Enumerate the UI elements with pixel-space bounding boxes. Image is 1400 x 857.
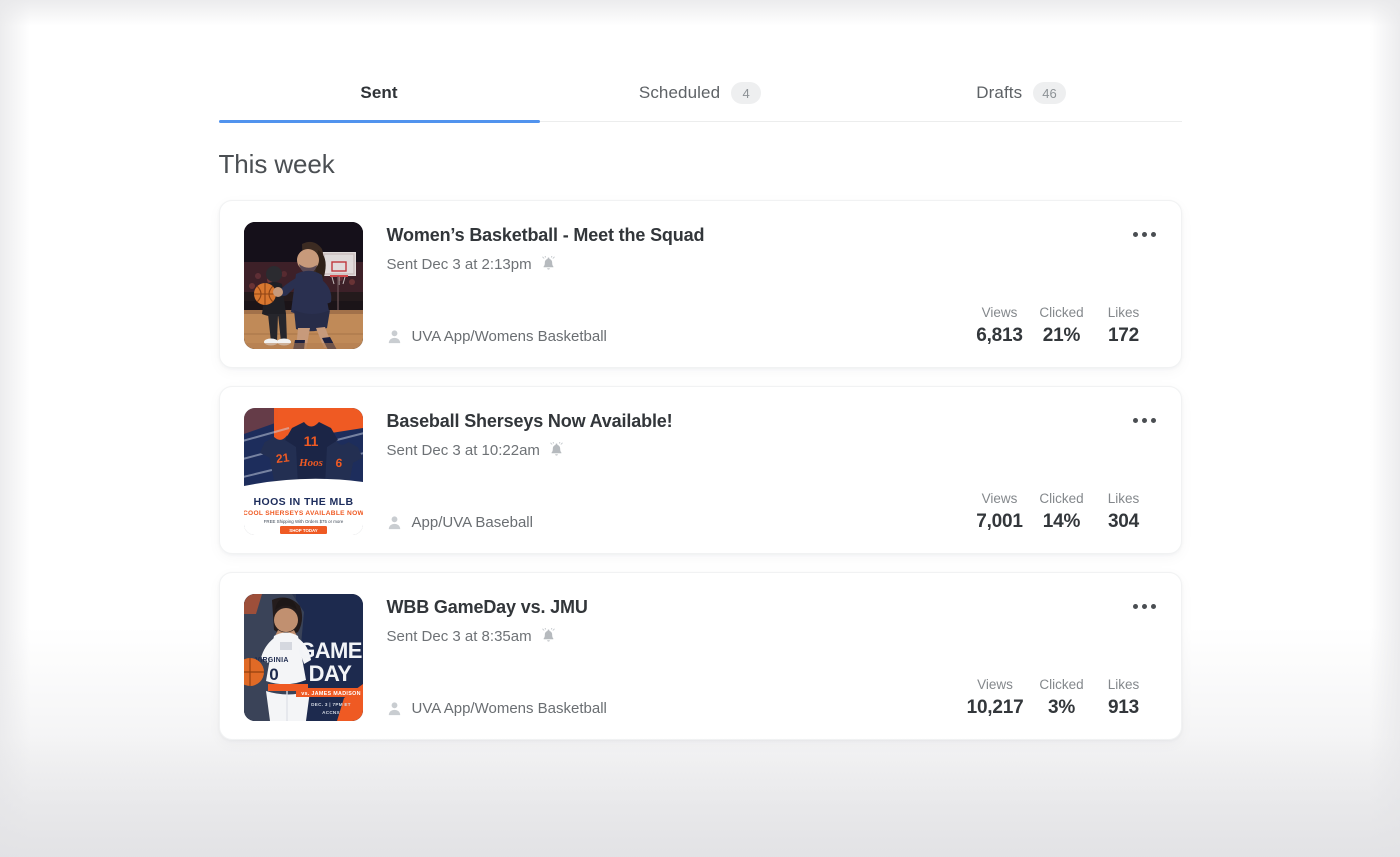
stat-clicked-value: 14% (1042, 511, 1081, 533)
message-status-tabs: Sent Scheduled 4 Drafts 46 (218, 64, 1182, 123)
message-stats: Views 7,001 Clicked 14% Likes 304 (969, 491, 1157, 533)
person-icon (387, 701, 402, 716)
svg-text:HOOS IN THE MLB: HOOS IN THE MLB (253, 496, 353, 508)
message-sent-time-row: Sent Dec 3 at 10:22am (386, 441, 1157, 459)
stat-views-label: Views (981, 304, 1018, 320)
message-sent-time-row: Sent Dec 3 at 8:35am (386, 627, 1157, 645)
message-channel-label: UVA App/Womens Basketball (411, 700, 607, 717)
person-icon (387, 329, 402, 344)
stat-likes: Likes 913 (1093, 677, 1155, 719)
stat-clicked-label: Clicked (1039, 490, 1084, 506)
stat-views-label: Views (981, 490, 1018, 506)
message-channel-label: UVA App/Womens Basketball (411, 328, 607, 345)
message-thumbnail-shersey-promo: 21 6 11 Hoos HOOS IN THE MLB COOL SHERSE… (243, 408, 363, 535)
svg-text:SHOP TODAY: SHOP TODAY (289, 528, 318, 533)
tab-scheduled-badge: 4 (731, 82, 762, 104)
stat-likes-value: 913 (1107, 697, 1140, 719)
stat-views-value: 6,813 (976, 325, 1023, 347)
svg-text:21: 21 (275, 450, 290, 466)
stat-views-value: 7,001 (976, 511, 1023, 533)
person-icon (387, 515, 402, 530)
message-thumbnail-gameday-graphic: VIRGINIA 0 GAME DAY vs. JAMES MADISON DE… (243, 594, 363, 721)
bell-icon (540, 255, 557, 273)
message-title: Baseball Sherseys Now Available! (386, 411, 673, 431)
bell-icon (548, 441, 565, 459)
stat-clicked-value: 21% (1042, 325, 1081, 347)
stat-views-label: Views (977, 676, 1013, 692)
stat-likes-label: Likes (1107, 676, 1140, 692)
stat-clicked-value: 3% (1047, 697, 1076, 719)
message-card-body: Baseball Sherseys Now Available! Sent De… (387, 408, 1157, 533)
message-stats: Views 6,813 Clicked 21% Likes 172 (969, 305, 1157, 347)
message-channel: UVA App/Womens Basketball (387, 328, 607, 347)
message-card[interactable]: Women’s Basketball - Meet the Squad Sent… (218, 200, 1182, 368)
tab-drafts[interactable]: Drafts 46 (861, 64, 1182, 122)
bell-icon (540, 627, 557, 645)
message-sent-time-row: Sent Dec 3 at 2:13pm (386, 255, 1157, 273)
stat-clicked: Clicked 21% (1031, 305, 1093, 347)
stat-views: Views 6,813 (969, 305, 1031, 347)
more-options-icon[interactable] (1127, 220, 1163, 248)
more-options-icon[interactable] (1127, 406, 1163, 434)
message-sent-time: Sent Dec 3 at 8:35am (386, 627, 532, 645)
stat-likes-label: Likes (1107, 490, 1140, 506)
section-heading: This week (218, 149, 335, 179)
stat-views: Views 7,001 (969, 491, 1031, 533)
sent-message-list: Women’s Basketball - Meet the Squad Sent… (218, 200, 1182, 740)
stat-likes-label: Likes (1107, 304, 1140, 320)
main-content: Sent Scheduled 4 Drafts 46 This week Wom… (218, 0, 1182, 740)
message-card-footer: App/UVA Baseball Views 7,001 Clicked 14% (387, 491, 1157, 533)
stat-views: Views 10,217 (960, 677, 1031, 719)
stat-views-value: 10,217 (966, 697, 1024, 719)
svg-text:COOL SHERSEYS AVAILABLE NOW: COOL SHERSEYS AVAILABLE NOW (244, 510, 363, 517)
message-channel: UVA App/Womens Basketball (387, 700, 607, 719)
message-card[interactable]: 21 6 11 Hoos HOOS IN THE MLB COOL SHERSE… (218, 386, 1182, 554)
stat-likes-value: 172 (1107, 325, 1140, 347)
svg-text:vs. JAMES MADISON: vs. JAMES MADISON (301, 691, 361, 697)
tab-sent-label: Sent (360, 83, 398, 102)
message-sent-time: Sent Dec 3 at 10:22am (386, 441, 540, 459)
stat-clicked-label: Clicked (1039, 676, 1084, 692)
message-card-footer: UVA App/Womens Basketball Views 10,217 C… (387, 677, 1157, 719)
stat-likes: Likes 304 (1093, 491, 1155, 533)
message-thumbnail-basketball-player (243, 222, 363, 349)
message-title: Women’s Basketball - Meet the Squad (386, 225, 705, 245)
tab-scheduled-label: Scheduled (638, 83, 721, 102)
tab-scheduled[interactable]: Scheduled 4 (540, 64, 861, 122)
stat-likes: Likes 172 (1093, 305, 1155, 347)
tab-drafts-label: Drafts (976, 83, 1023, 102)
message-channel: App/UVA Baseball (387, 514, 533, 533)
stat-clicked: Clicked 3% (1031, 677, 1093, 719)
message-sent-time: Sent Dec 3 at 2:13pm (386, 255, 532, 273)
message-card-body: WBB GameDay vs. JMU Sent Dec 3 at 8:35am (387, 594, 1157, 719)
svg-text:DAY: DAY (308, 661, 352, 686)
svg-text:Hoos: Hoos (298, 457, 323, 469)
stat-likes-value: 304 (1107, 511, 1140, 533)
svg-text:0: 0 (269, 665, 278, 684)
svg-text:FREE Shipping With Orders $75: FREE Shipping With Orders $75 or more (263, 519, 343, 524)
stat-clicked-label: Clicked (1039, 304, 1084, 320)
stat-clicked: Clicked 14% (1031, 491, 1093, 533)
message-card[interactable]: VIRGINIA 0 GAME DAY vs. JAMES MADISON DE… (218, 572, 1182, 740)
message-card-footer: UVA App/Womens Basketball Views 6,813 Cl… (387, 305, 1157, 347)
svg-text:DEC. 3 | 7PM ET: DEC. 3 | 7PM ET (311, 702, 351, 707)
svg-text:GAME: GAME (298, 638, 362, 663)
message-card-body: Women’s Basketball - Meet the Squad Sent… (387, 222, 1157, 347)
app-window: Sent Scheduled 4 Drafts 46 This week Wom… (0, 0, 1400, 857)
tab-drafts-badge: 46 (1033, 82, 1066, 104)
message-stats: Views 10,217 Clicked 3% Likes 913 (960, 677, 1157, 719)
message-title: WBB GameDay vs. JMU (386, 597, 588, 617)
svg-text:ACCNX: ACCNX (322, 710, 340, 715)
message-channel-label: App/UVA Baseball (411, 514, 533, 531)
more-options-icon[interactable] (1127, 592, 1163, 620)
tab-sent[interactable]: Sent (218, 64, 540, 123)
svg-text:11: 11 (303, 433, 318, 449)
